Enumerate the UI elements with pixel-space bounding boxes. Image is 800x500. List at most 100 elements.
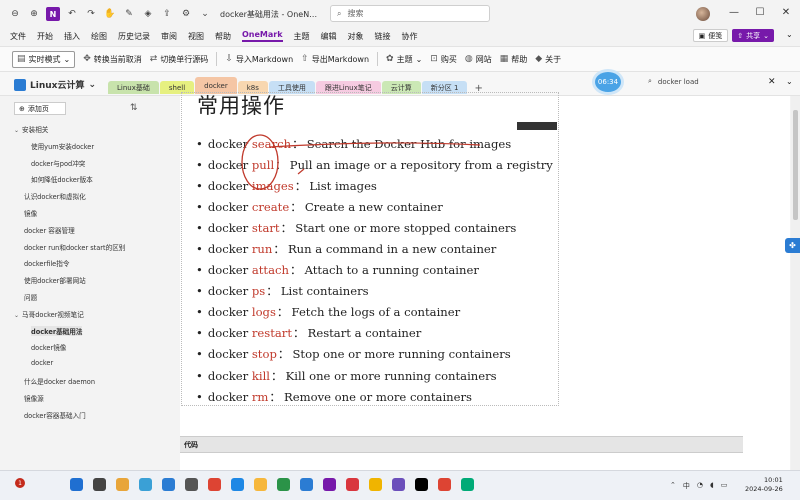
command-item[interactable]: • docker attach： Attach to a running conta… <box>196 260 556 281</box>
page-list-item[interactable]: ⌄ 马哥docker视频笔记 <box>14 309 84 319</box>
command-item[interactable]: • docker restart： Restart a container <box>196 323 556 344</box>
page-list-item[interactable]: dockerfile指令 <box>24 258 69 268</box>
taskbar-app-icon[interactable] <box>208 478 221 491</box>
volume-icon[interactable]: ◖ <box>710 481 714 491</box>
page-list-item[interactable]: 如何降低docker版本 <box>31 174 93 184</box>
close-icon[interactable]: ✕ <box>778 7 794 18</box>
taskbar-app-icon[interactable] <box>438 478 451 491</box>
taskbar-app-icon[interactable] <box>116 478 129 491</box>
menu-item[interactable]: 开始 <box>37 31 53 42</box>
page-search[interactable]: ⌕ docker load <box>648 77 699 86</box>
page-list-item[interactable]: docker容器基础入门 <box>24 410 86 420</box>
timer-badge[interactable]: 06:34 <box>595 72 621 92</box>
command-item[interactable]: • docker rm： Remove one or more containers <box>196 386 556 407</box>
clock[interactable]: 10:01 2024-09-26 <box>745 476 783 494</box>
menu-item[interactable]: 协作 <box>402 31 418 42</box>
chevron-up-icon[interactable]: ⌃ <box>670 481 676 491</box>
chevron-down-icon[interactable]: ⌄ <box>14 127 19 134</box>
tray-lang[interactable]: 中 <box>683 481 690 491</box>
page-list-item[interactable]: 什么是docker daemon <box>24 376 95 386</box>
page-list-item[interactable]: 使用yum安装docker <box>31 141 94 151</box>
ribbon-collapse-icon[interactable]: ⌄ <box>786 30 793 39</box>
taskbar-app-icon[interactable] <box>93 478 106 491</box>
menu-item[interactable]: OneMark <box>242 30 283 42</box>
menu-item[interactable]: 视图 <box>188 31 204 42</box>
page-list-item[interactable]: docker镜像 <box>31 342 66 352</box>
menu-item[interactable]: 文件 <box>10 31 26 42</box>
menu-item[interactable]: 链接 <box>375 31 391 42</box>
page-title[interactable]: 常用操作 <box>197 90 285 120</box>
taskbar-app-icon[interactable] <box>300 478 313 491</box>
battery-icon[interactable]: ▭ <box>721 481 728 491</box>
maximize-icon[interactable]: ☐ <box>752 7 768 18</box>
copilot-icon[interactable]: ✤ <box>785 238 800 253</box>
gear-icon[interactable]: ⚙ <box>179 7 193 21</box>
page-search-input[interactable]: docker load <box>658 78 699 86</box>
page-list-item[interactable]: docker 容器管理 <box>24 225 75 235</box>
page-list-item[interactable]: 镜像 <box>24 208 37 218</box>
taskbar-app-icon[interactable] <box>162 478 175 491</box>
menu-item[interactable]: 插入 <box>64 31 80 42</box>
menu-item[interactable]: 历史记录 <box>118 31 150 42</box>
taskbar-app-icon[interactable] <box>70 478 83 491</box>
minimize-icon[interactable]: — <box>726 7 742 18</box>
draw-icon[interactable]: ✎ <box>122 7 136 21</box>
customize-icon[interactable]: ⌄ <box>198 7 212 21</box>
convert-current-button[interactable]: ✥ 转换当前取消 <box>83 54 142 65</box>
menu-item[interactable]: 审阅 <box>161 31 177 42</box>
command-item[interactable]: • docker logs： Fetch the logs of a contain… <box>196 302 556 323</box>
taskbar-app-icon[interactable] <box>461 478 474 491</box>
command-item[interactable]: • docker start： Start one or more stopped … <box>196 217 556 238</box>
import-markdown-button[interactable]: ⇩ 导入Markdown <box>225 54 293 65</box>
menu-item[interactable]: 主题 <box>294 31 310 42</box>
page-list-item[interactable]: docker <box>31 359 53 367</box>
sort-icon[interactable]: ⇅ <box>130 103 138 113</box>
avatar[interactable] <box>696 7 710 21</box>
share-button[interactable]: ⇧ 共享 ⌄ <box>732 29 774 42</box>
chevron-down-icon[interactable]: ⌄ <box>786 77 793 86</box>
sticky-notes-button[interactable]: ▣ 便笺 <box>692 29 729 42</box>
theme-button[interactable]: ✿ 主题 ⌄ <box>386 54 422 65</box>
notification-badge[interactable]: 1 <box>15 478 25 488</box>
about-button[interactable]: ◆ 关于 <box>535 54 561 65</box>
live-mode-button[interactable]: ▤ 实时模式 ⌄ <box>12 50 76 68</box>
taskbar-app-icon[interactable] <box>392 478 405 491</box>
menu-item[interactable]: 编辑 <box>321 31 337 42</box>
command-item[interactable]: • docker stop： Stop one or more running co… <box>196 344 556 365</box>
taskbar-app-icon[interactable] <box>139 478 152 491</box>
taskbar-app-icon[interactable] <box>323 478 336 491</box>
menu-item[interactable]: 绘图 <box>91 31 107 42</box>
export-icon[interactable]: ⇪ <box>160 7 174 21</box>
switch-single-line-button[interactable]: ⇄ 切换单行源码 <box>150 54 209 65</box>
taskbar-app-icon[interactable] <box>277 478 290 491</box>
page-list-item[interactable]: 使用docker部署网站 <box>24 275 86 285</box>
search-input[interactable]: ⌕ 搜索 <box>330 5 490 22</box>
command-item[interactable]: • docker run： Run a command in a new conta… <box>196 238 556 259</box>
page-list-item[interactable]: 认识docker和虚拟化 <box>24 191 86 201</box>
taskbar-app-icon[interactable] <box>369 478 382 491</box>
taskbar-app-icon[interactable] <box>346 478 359 491</box>
network-icon[interactable]: ◔ <box>697 481 703 491</box>
page-list-item[interactable]: 问题 <box>24 292 37 302</box>
forward-icon[interactable]: ⊕ <box>27 7 41 21</box>
undo-icon[interactable]: ↶ <box>65 7 79 21</box>
taskbar-app-icon[interactable] <box>185 478 198 491</box>
page-list-item[interactable]: docker基础用法 <box>31 325 83 336</box>
menu-item[interactable]: 帮助 <box>215 31 231 42</box>
notebook-selector[interactable]: Linux云计算 ⌄ <box>14 78 96 91</box>
command-item[interactable]: • docker kill： Kill one or more running co… <box>196 365 556 386</box>
website-button[interactable]: ◍ 网站 <box>465 54 492 65</box>
page-list-item[interactable]: ⌄ 安装相关 <box>14 124 48 134</box>
page-list-item[interactable]: docker与pod冲突 <box>31 158 85 168</box>
command-item[interactable]: • docker ps： List containers <box>196 281 556 302</box>
page-list-item[interactable]: 镜像源 <box>24 393 44 403</box>
menu-item[interactable]: 对象 <box>348 31 364 42</box>
redo-icon[interactable]: ↷ <box>84 7 98 21</box>
add-page-button[interactable]: ⊕ 添加页 <box>14 102 66 115</box>
taskbar-app-icon[interactable] <box>254 478 267 491</box>
export-markdown-button[interactable]: ⇧ 导出Markdown <box>301 54 369 65</box>
touch-mode-icon[interactable]: ✋ <box>103 7 117 21</box>
scrollbar-thumb[interactable] <box>793 110 798 220</box>
back-icon[interactable]: ⊖ <box>8 7 22 21</box>
layers-icon[interactable]: ◈ <box>141 7 155 21</box>
